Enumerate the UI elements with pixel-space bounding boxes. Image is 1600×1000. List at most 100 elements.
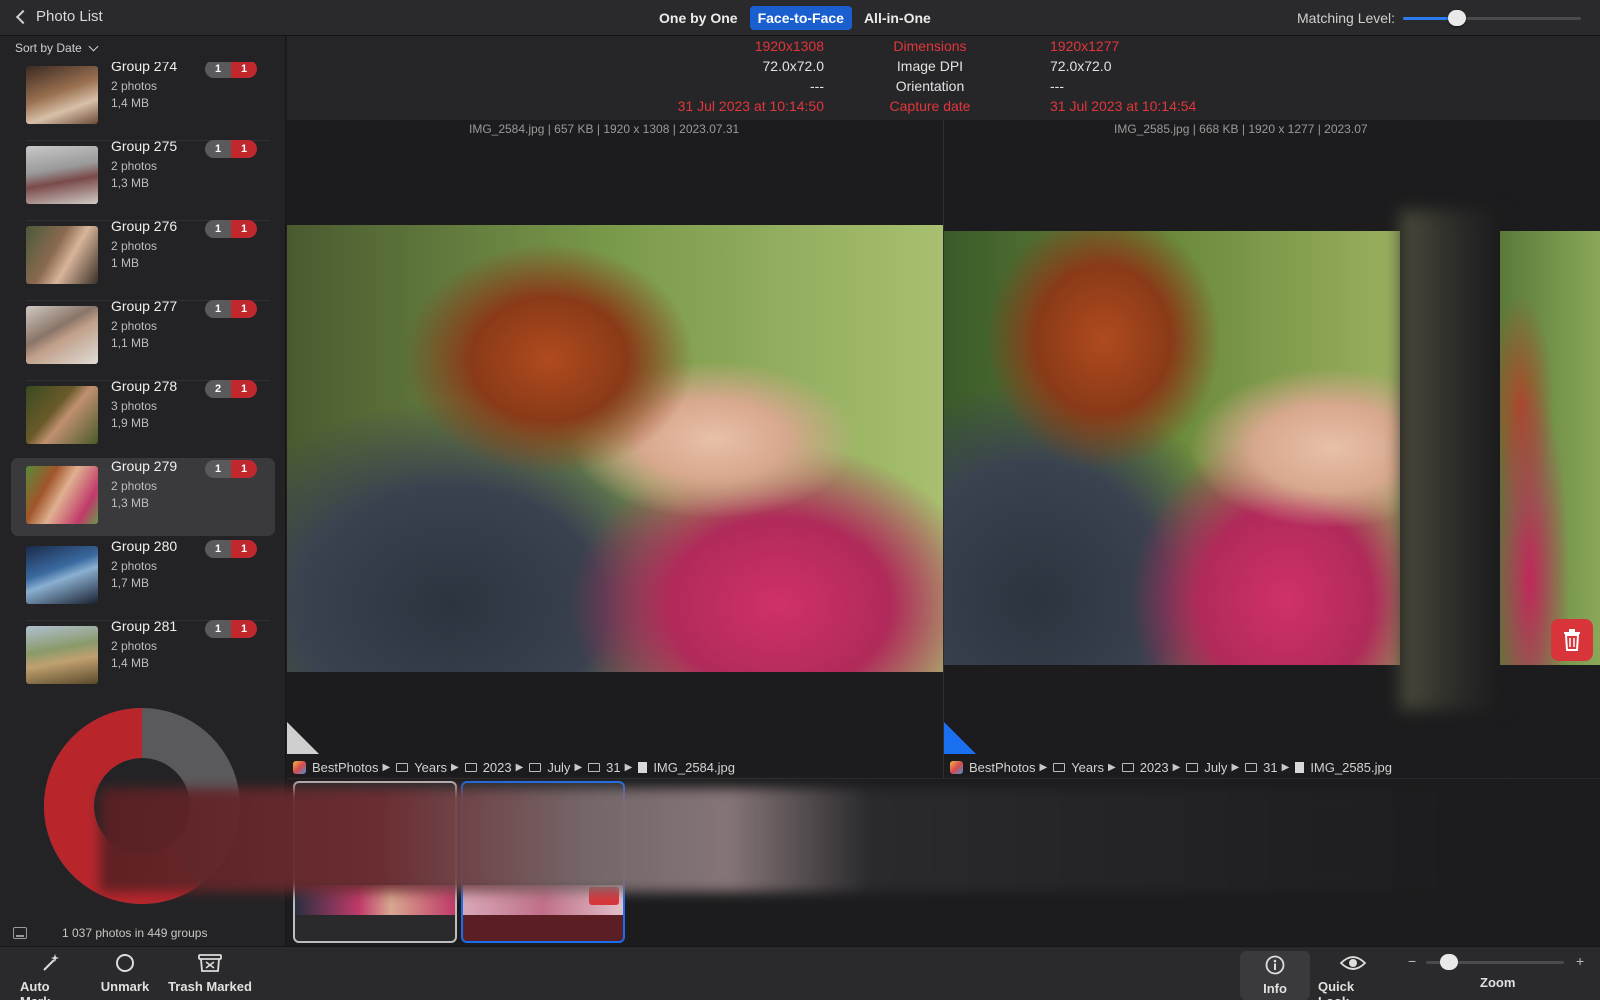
trash-marked-button[interactable]: Trash Marked xyxy=(168,953,252,994)
left-value: 1920x1308 xyxy=(754,38,824,54)
breadcrumb-item[interactable]: BestPhotos xyxy=(312,760,379,775)
keep-count-badge: 2 xyxy=(205,380,231,398)
next-photo-preview[interactable] xyxy=(1500,231,1600,665)
group-badges: 1 1 xyxy=(205,220,257,238)
group-item[interactable]: Group 274 2 photos 1,4 MB 1 1 xyxy=(11,62,275,136)
quick-look-button[interactable]: Quick Look xyxy=(1318,953,1388,1000)
group-name: Group 276 xyxy=(111,218,178,234)
mode-face-to-face-button[interactable]: Face-to-Face xyxy=(749,6,852,30)
group-photo-count: 2 photos xyxy=(111,559,158,573)
keep-count-badge: 1 xyxy=(205,460,231,478)
keep-corner-marker[interactable] xyxy=(287,722,319,754)
trash-icon xyxy=(1564,629,1580,651)
left-value: 72.0x72.0 xyxy=(762,58,825,74)
folder-icon xyxy=(396,762,409,772)
group-item[interactable]: Group 276 2 photos 1 MB 1 1 xyxy=(11,218,275,296)
photo-transition-blur xyxy=(1400,210,1500,710)
group-item[interactable]: Group 280 2 photos 1,7 MB 1 1 xyxy=(11,538,275,616)
group-name: Group 279 xyxy=(111,458,178,474)
info-row-capture-date: 31 Jul 2023 at 10:14:50 Capture date 31 … xyxy=(287,98,1600,118)
breadcrumb-item[interactable]: July xyxy=(1204,760,1227,775)
breadcrumb-arrow-icon: ▶ xyxy=(1172,761,1181,773)
folder-icon xyxy=(1121,762,1134,772)
breadcrumb-arrow-icon: ▶ xyxy=(574,761,583,773)
mode-all-in-one-button[interactable]: All-in-One xyxy=(856,6,939,30)
breadcrumb-item[interactable]: Years xyxy=(1071,760,1104,775)
group-photo-count: 3 photos xyxy=(111,399,158,413)
group-item[interactable]: Group 275 2 photos 1,3 MB 1 1 xyxy=(11,138,275,216)
marked-count-badge: 1 xyxy=(231,62,257,78)
group-badges: 1 1 xyxy=(205,62,257,78)
group-item[interactable]: Group 277 2 photos 1,1 MB 1 1 xyxy=(11,298,275,376)
marked-corner-marker[interactable] xyxy=(944,722,976,754)
group-list: Group 274 2 photos 1,4 MB 1 1 Group 275 … xyxy=(0,62,286,694)
group-badges: 1 1 xyxy=(205,140,257,158)
file-info-label: IMG_2585.jpg | 668 KB | 1920 x 1277 | 20… xyxy=(1114,122,1368,136)
group-name: Group 275 xyxy=(111,138,178,154)
zoom-out-icon[interactable]: − xyxy=(1408,953,1416,969)
group-badges: 2 1 xyxy=(205,380,257,398)
left-value: 31 Jul 2023 at 10:14:50 xyxy=(677,98,824,114)
zoom-label: Zoom xyxy=(1480,975,1516,990)
group-badges: 1 1 xyxy=(205,620,257,638)
right-photo[interactable] xyxy=(944,231,1400,665)
zoom-in-icon[interactable]: + xyxy=(1576,953,1584,969)
keep-count-badge: 1 xyxy=(205,220,231,238)
breadcrumb-item[interactable]: 2023 xyxy=(1140,760,1169,775)
chevron-left-icon xyxy=(15,9,31,24)
unmark-button[interactable]: Unmark xyxy=(100,953,150,994)
mode-one-by-one-button[interactable]: One by One xyxy=(651,6,746,30)
right-photo-pane: IMG_2585.jpg | 668 KB | 1920 x 1277 | 20… xyxy=(944,120,1600,778)
group-size: 1,4 MB xyxy=(111,656,150,670)
trash-photo-button[interactable] xyxy=(1551,619,1593,661)
group-thumbnail xyxy=(26,466,98,524)
sidebar-toggle-icon[interactable] xyxy=(13,927,27,939)
group-photo-count: 2 photos xyxy=(111,239,158,253)
breadcrumb-item[interactable]: IMG_2585.jpg xyxy=(1310,760,1392,775)
keep-count-badge: 1 xyxy=(205,620,231,638)
group-item[interactable]: Group 278 3 photos 1,9 MB 2 1 xyxy=(11,378,275,456)
trash-bin-icon xyxy=(198,954,222,972)
group-photo-count: 2 photos xyxy=(111,79,158,93)
row-label: Orientation xyxy=(895,78,965,94)
keep-count-badge: 1 xyxy=(205,540,231,558)
left-photo[interactable] xyxy=(287,225,943,672)
back-label: Photo List xyxy=(36,8,103,25)
breadcrumb-item[interactable]: 31 xyxy=(1263,760,1277,775)
view-mode-segmented-control: One by One Face-to-Face All-in-One xyxy=(651,6,939,30)
matching-level-slider[interactable] xyxy=(1403,9,1582,27)
folder-icon xyxy=(588,762,601,772)
breadcrumb-arrow-icon: ▶ xyxy=(1107,761,1116,773)
group-item-selected[interactable]: Group 279 2 photos 1,3 MB 1 1 xyxy=(11,458,275,536)
matching-level-control: Matching Level: xyxy=(1297,9,1582,27)
group-badges: 1 1 xyxy=(205,300,257,318)
folder-icon xyxy=(1245,762,1258,772)
folder-icon xyxy=(1053,762,1066,772)
marked-count-badge: 1 xyxy=(231,460,257,478)
slider-knob[interactable] xyxy=(1447,10,1466,26)
breadcrumb-item[interactable]: July xyxy=(547,760,570,775)
right-value: 72.0x72.0 xyxy=(1050,58,1112,74)
breadcrumb-item[interactable]: 2023 xyxy=(483,760,512,775)
breadcrumb-item[interactable]: BestPhotos xyxy=(969,760,1036,775)
chevron-down-icon xyxy=(88,41,99,51)
breadcrumb-arrow-icon: ▶ xyxy=(515,761,524,773)
breadcrumb-item[interactable]: Years xyxy=(414,760,447,775)
breadcrumb-item[interactable]: IMG_2584.jpg xyxy=(653,760,735,775)
breadcrumb-arrow-icon: ▶ xyxy=(382,761,391,773)
info-button[interactable]: Info xyxy=(1240,951,1310,1000)
auto-mark-button[interactable]: Auto Mark xyxy=(20,953,82,1000)
breadcrumb-item[interactable]: 31 xyxy=(606,760,620,775)
group-photo-count: 2 photos xyxy=(111,479,158,493)
sidebar-status-bar: 1 037 photos in 449 groups xyxy=(0,922,286,946)
group-thumbnail xyxy=(26,226,98,284)
back-to-photo-list-button[interactable]: Photo List xyxy=(14,8,103,25)
zoom-slider-knob[interactable] xyxy=(1440,954,1459,970)
group-badges: 1 1 xyxy=(205,540,257,558)
left-photo-pane: IMG_2584.jpg | 657 KB | 1920 x 1308 | 20… xyxy=(287,120,943,778)
group-item[interactable]: Group 281 2 photos 1,4 MB 1 1 xyxy=(11,618,275,694)
sort-dropdown[interactable]: Sort by Date xyxy=(15,41,99,55)
group-size: 1,1 MB xyxy=(111,336,150,350)
file-icon xyxy=(1295,761,1305,773)
group-thumbnail xyxy=(26,146,98,204)
